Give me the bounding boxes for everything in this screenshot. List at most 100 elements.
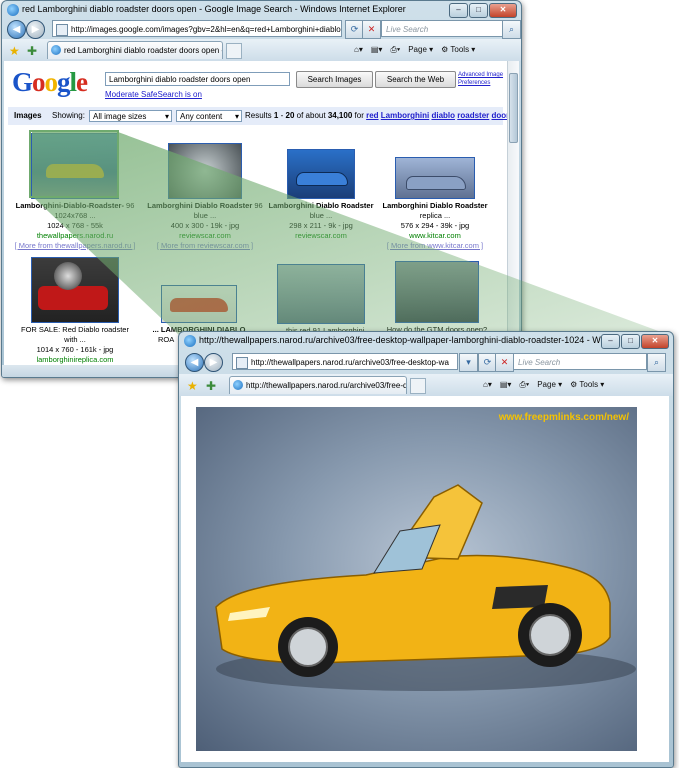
address-text: http://images.google.com/images?gbv=2&hl… [71, 25, 342, 34]
back-scrollbar[interactable] [507, 61, 519, 365]
search-icon[interactable]: ⌕ [502, 20, 521, 39]
live-search-input[interactable]: Live Search [381, 20, 503, 37]
result-thumbnail[interactable] [277, 264, 365, 324]
close-button[interactable]: ✕ [641, 334, 669, 349]
image-result[interactable]: Lamborghini Diablo Roadster replica ... … [370, 157, 500, 251]
result-thumbnail[interactable] [287, 149, 355, 199]
stop-button[interactable]: ✕ [362, 20, 381, 39]
tab-google-images[interactable]: red Lamborghini diablo roadster doors op… [47, 41, 223, 59]
result-thumbnail[interactable] [395, 261, 479, 323]
front-title-bar: http://thewallpapers.narod.ru/archive03/… [179, 332, 673, 351]
query-term[interactable]: roadster [457, 111, 489, 120]
showing-label: Showing: [52, 111, 85, 120]
result-meta: 298 x 211 - 9k - jpg [289, 221, 353, 230]
content-filter-select[interactable]: Any content [176, 110, 242, 123]
maximize-button[interactable]: □ [469, 3, 488, 18]
result-meta: 576 x 294 - 39k - jpg [400, 221, 470, 230]
scrollbar-thumb[interactable] [509, 73, 518, 143]
more-from-link[interactable]: [ More from www.kitcar.com ] [370, 241, 500, 251]
print-icon[interactable]: ⎙▾ [519, 377, 529, 393]
search-web-button[interactable]: Search the Web [375, 71, 456, 88]
query-term[interactable]: Lamborghini [381, 111, 429, 120]
google-results-page: Google Lamborghini diablo roadster doors… [4, 61, 507, 365]
result-thumbnail[interactable] [168, 143, 242, 199]
advanced-label: Advanced Image [458, 72, 504, 78]
minimize-button[interactable]: – [449, 3, 468, 18]
address-bar[interactable]: http://thewallpapers.narod.ru/archive03/… [232, 353, 458, 370]
back-browser-window: red Lamborghini diablo roadster doors op… [1, 0, 522, 378]
result-title: Lamborghini Diablo Roadster [268, 201, 374, 210]
car-shape [170, 298, 228, 312]
back-window-title: red Lamborghini diablo roadster doors op… [22, 4, 406, 14]
query-term[interactable]: doors [492, 111, 507, 120]
back-button[interactable]: ◀ [185, 353, 204, 372]
tools-menu[interactable]: ⚙ Tools ▾ [570, 377, 604, 393]
safesearch-link[interactable]: Moderate SafeSearch is on [105, 90, 202, 99]
query-term[interactable]: red [366, 111, 378, 120]
feeds-icon[interactable]: ▤▾ [500, 377, 512, 393]
forward-button[interactable]: ▶ [204, 353, 223, 372]
image-result[interactable]: ... this red 91 Lamborghini [256, 264, 386, 336]
back-button[interactable]: ◀ [7, 20, 26, 39]
image-result[interactable]: Lamborghini Diablo Roadster blue ... 298… [256, 149, 386, 241]
advanced-image-link[interactable]: Advanced Image Preferences [458, 71, 503, 87]
results-dash: - [280, 111, 284, 120]
search-input[interactable]: Lamborghini diablo roadster doors open [105, 72, 290, 86]
result-thumbnail[interactable] [161, 285, 237, 323]
new-tab-button[interactable] [226, 43, 242, 59]
results-count: 34,100 [327, 111, 353, 120]
image-result[interactable]: How do the GTM doors open? [372, 261, 502, 335]
minimize-button[interactable]: – [601, 334, 620, 349]
more-from-link[interactable]: [ More from thewallpapers.narod.ru ] [10, 241, 140, 251]
home-icon[interactable]: ⌂▾ [483, 377, 492, 393]
live-search-input[interactable]: Live Search [513, 353, 647, 370]
close-button[interactable]: ✕ [489, 3, 517, 18]
result-meta: 400 x 300 - 19k - jpg [170, 221, 240, 230]
page-menu[interactable]: Page ▾ [408, 42, 433, 58]
more-from-text[interactable]: [ More from www.kitcar.com ] [387, 241, 483, 250]
search-images-button[interactable]: Search Images [296, 71, 373, 88]
dropdown-icon[interactable]: ▾ [459, 353, 478, 372]
result-thumbnail[interactable] [395, 157, 475, 199]
more-from-text[interactable]: [ More from thewallpapers.narod.ru ] [15, 241, 136, 250]
page-icon [56, 24, 68, 36]
home-icon[interactable]: ⌂▾ [354, 42, 363, 58]
image-result[interactable]: Lamborghini-Diablo-Roadster- 96 1024x768… [10, 133, 140, 251]
new-tab-button[interactable] [410, 378, 426, 394]
front-window-controls: – □ ✕ [601, 334, 669, 349]
result-site: reviewscar.com [295, 231, 347, 240]
page-menu[interactable]: Page ▾ [537, 377, 562, 393]
google-logo[interactable]: Google [12, 67, 88, 98]
more-from-link[interactable]: [ More from reviewscar.com ] [140, 241, 270, 251]
add-favorites-icon[interactable]: ✚ [206, 379, 216, 393]
tab-wallpaper[interactable]: http://thewallpapers.narod.ru/archive03/… [229, 376, 407, 394]
size-filter-select[interactable]: All image sizes [89, 110, 172, 123]
front-address-row: ◀ ▶ http://thewallpapers.narod.ru/archiv… [179, 351, 673, 373]
result-thumbnail[interactable] [31, 257, 119, 323]
more-from-text[interactable]: [ More from reviewscar.com ] [157, 241, 253, 250]
forward-button[interactable]: ▶ [26, 20, 45, 39]
favorites-star-icon[interactable]: ★ [9, 44, 20, 58]
front-command-bar: ⌂▾ ▤▾ ⎙▾ Page ▾ ⚙ Tools ▾ [483, 377, 604, 393]
results-start: 1 [273, 111, 279, 120]
rear-rim [529, 614, 571, 656]
image-result[interactable]: FOR SALE: Red Diablo roadster with ... 1… [10, 257, 140, 365]
image-result[interactable]: Lamborghini Diablo Roadster 96 blue ... … [140, 143, 270, 251]
result-thumbnail[interactable] [31, 133, 119, 199]
tools-menu[interactable]: ⚙ Tools ▾ [441, 42, 475, 58]
back-window-controls: – □ ✕ [449, 3, 517, 18]
back-command-bar: ⌂▾ ▤▾ ⎙▾ Page ▾ ⚙ Tools ▾ [354, 42, 475, 58]
tab-label: http://thewallpapers.narod.ru/archive03/… [246, 381, 407, 390]
add-favorites-icon[interactable]: ✚ [27, 44, 37, 58]
stop-button[interactable]: ✕ [495, 353, 514, 372]
result-line2: replica ... [419, 211, 451, 220]
favorites-star-icon[interactable]: ★ [187, 379, 198, 393]
print-icon[interactable]: ⎙▾ [390, 42, 400, 58]
feeds-icon[interactable]: ▤▾ [371, 42, 383, 58]
maximize-button[interactable]: □ [621, 334, 640, 349]
page-icon [236, 357, 248, 369]
tools-menu-label: Tools [579, 380, 599, 389]
address-bar[interactable]: http://images.google.com/images?gbv=2&hl… [52, 20, 342, 37]
query-term[interactable]: diablo [431, 111, 455, 120]
search-icon[interactable]: ⌕ [647, 353, 666, 372]
